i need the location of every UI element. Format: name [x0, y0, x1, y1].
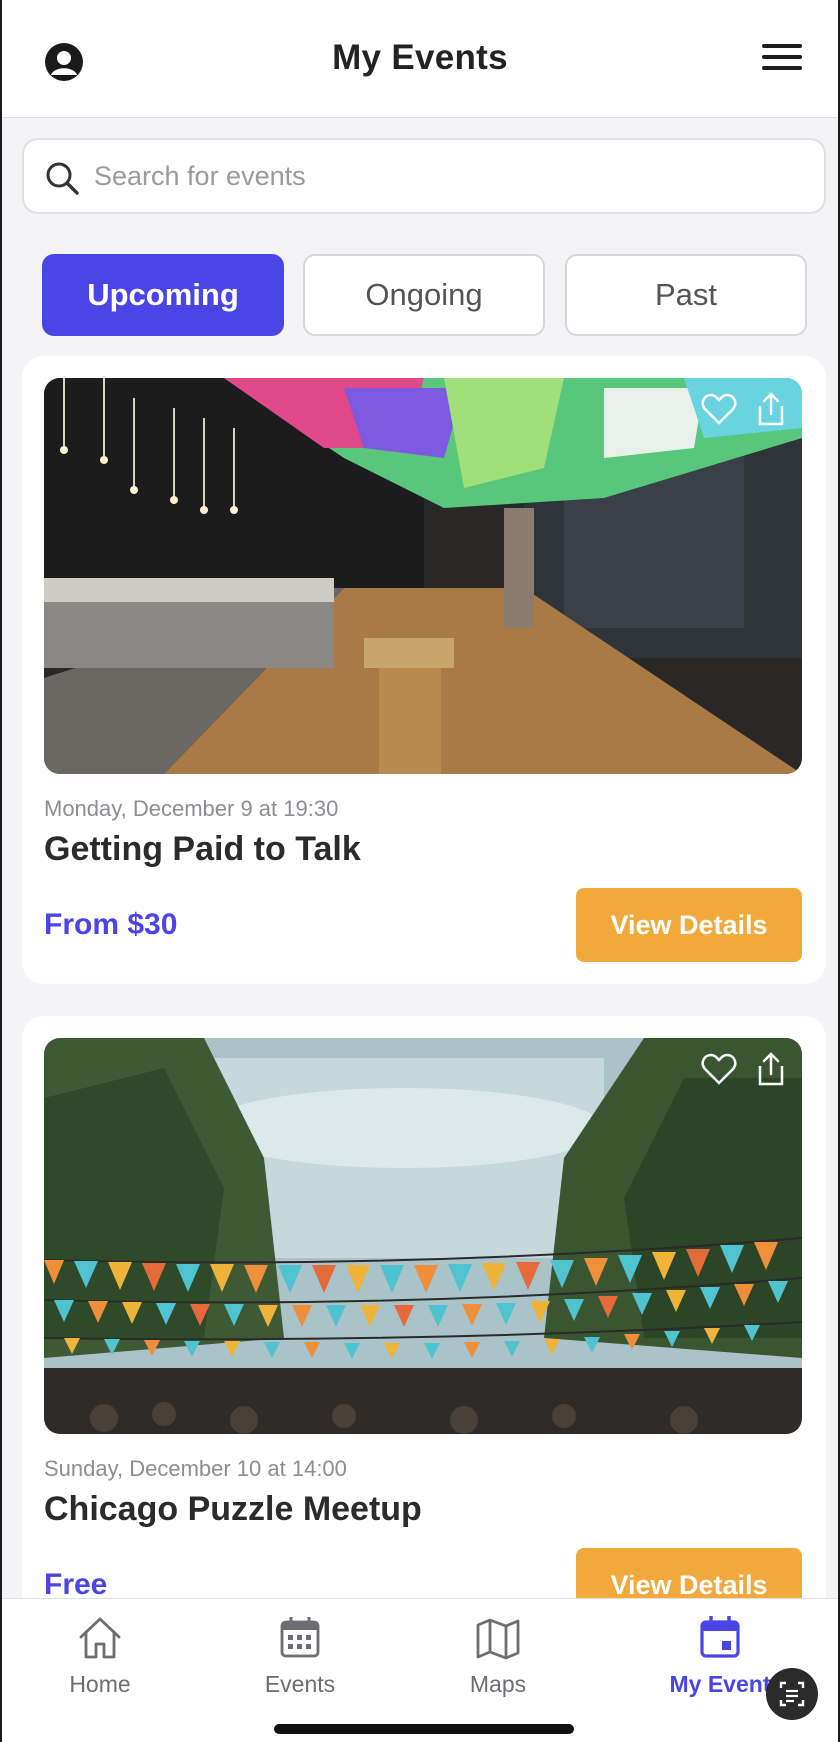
event-image: [44, 378, 802, 774]
bottom-nav: Home Events Maps My Event: [2, 1598, 838, 1742]
home-indicator: [274, 1724, 574, 1734]
event-image: [44, 1038, 802, 1434]
top-bar: My Events: [2, 0, 838, 118]
app-screen: My Events Upcoming Ongoing Past: [0, 0, 840, 1742]
search-bar[interactable]: [22, 138, 826, 214]
favorite-heart-icon[interactable]: [700, 1050, 738, 1088]
event-date: Sunday, December 10 at 14:00: [44, 1456, 347, 1481]
calendar-icon: [280, 1617, 320, 1658]
event-card[interactable]: Monday, December 9 at 19:30 Getting Paid…: [22, 356, 826, 984]
event-title[interactable]: Getting Paid to Talk: [44, 830, 361, 869]
nav-label-events: Events: [264, 1671, 336, 1697]
event-card[interactable]: Sunday, December 10 at 14:00 Chicago Puz…: [22, 1016, 826, 1656]
search-input[interactable]: [94, 142, 794, 210]
tab-upcoming[interactable]: Upcoming: [42, 254, 284, 336]
favorite-heart-icon[interactable]: [700, 390, 738, 428]
outdoor-bunting-photo: [44, 1038, 802, 1434]
view-details-button[interactable]: View Details: [576, 888, 802, 962]
home-icon: [79, 1617, 121, 1659]
event-price: From $30: [44, 908, 178, 941]
event-price: Free: [44, 1568, 108, 1601]
venue-interior-photo: [44, 378, 802, 774]
hamburger-menu-icon[interactable]: [762, 44, 802, 80]
event-title[interactable]: Chicago Puzzle Meetup: [44, 1490, 422, 1529]
nav-item-events[interactable]: Events: [200, 1613, 400, 1698]
share-icon[interactable]: [752, 390, 790, 428]
event-date: Monday, December 9 at 19:30: [44, 796, 339, 821]
tab-ongoing[interactable]: Ongoing: [303, 254, 545, 336]
share-icon[interactable]: [752, 1050, 790, 1088]
nav-item-maps[interactable]: Maps: [398, 1613, 598, 1698]
map-icon: [476, 1618, 520, 1660]
calendar-filled-icon: [700, 1616, 740, 1658]
tab-past[interactable]: Past: [565, 254, 807, 336]
nav-item-home[interactable]: Home: [2, 1613, 200, 1698]
nav-label-maps: Maps: [469, 1671, 527, 1697]
page-title: My Events: [332, 38, 508, 77]
nav-label-home: Home: [69, 1671, 131, 1697]
scan-icon: [779, 1681, 805, 1707]
search-icon: [46, 162, 79, 195]
scan-text-button[interactable]: [766, 1668, 818, 1720]
